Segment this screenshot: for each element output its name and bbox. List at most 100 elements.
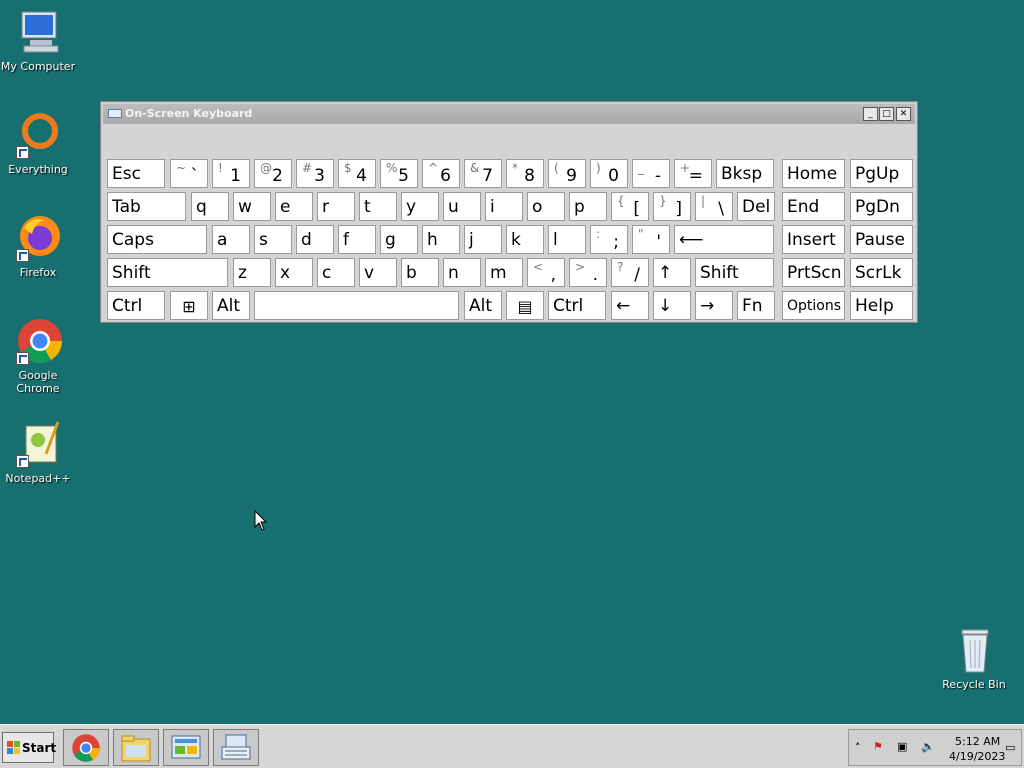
key-a[interactable]: a — [212, 225, 250, 254]
key-l[interactable]: l — [548, 225, 586, 254]
start-button[interactable]: Start — [2, 732, 56, 763]
key-shift[interactable]: Shift — [695, 258, 774, 287]
key-bksp[interactable]: Bksp — [716, 159, 774, 188]
key-fn[interactable]: Fn — [737, 291, 775, 320]
key-pause[interactable]: Pause — [850, 225, 913, 254]
key-m[interactable]: m — [485, 258, 523, 287]
key-n[interactable]: n — [443, 258, 481, 287]
key-[[interactable]: {[ — [611, 192, 649, 221]
key-scrlk[interactable]: ScrLk — [850, 258, 913, 287]
key-e[interactable]: e — [275, 192, 313, 221]
key--[interactable]: _ - — [632, 159, 670, 188]
key-prtscn[interactable]: PrtScn — [782, 258, 845, 287]
clock-date[interactable]: 4/19/2023 — [949, 750, 1005, 763]
key-;[interactable]: :; — [590, 225, 628, 254]
key-ctrl[interactable]: Ctrl — [548, 291, 606, 320]
key-z[interactable]: z — [233, 258, 271, 287]
key-q[interactable]: q — [191, 192, 229, 221]
key-`[interactable]: ~ ` — [170, 159, 208, 188]
key-6[interactable]: ^ 6 — [422, 159, 460, 188]
key-v[interactable]: v — [359, 258, 397, 287]
key-home[interactable]: Home — [782, 159, 845, 188]
key-0[interactable]: ) 0 — [590, 159, 628, 188]
key-shift[interactable]: Shift — [107, 258, 228, 287]
desktop-icon-everything[interactable]: Everything — [0, 111, 78, 176]
key-options[interactable]: Options — [782, 291, 845, 320]
key-→[interactable]: → — [695, 291, 733, 320]
key-alt[interactable]: Alt — [464, 291, 502, 320]
key-k[interactable]: k — [506, 225, 544, 254]
key-j[interactable]: j — [464, 225, 502, 254]
close-button[interactable]: ✕ — [896, 107, 911, 121]
key-caps[interactable]: Caps — [107, 225, 207, 254]
key-'[interactable]: " ' — [632, 225, 670, 254]
key-help[interactable]: Help — [850, 291, 913, 320]
key-9[interactable]: (9 — [548, 159, 586, 188]
key-7[interactable]: & 7 — [464, 159, 502, 188]
key-del[interactable]: Del — [737, 192, 775, 221]
key-8[interactable]: * 8 — [506, 159, 544, 188]
key-alt[interactable]: Alt — [212, 291, 250, 320]
key-2[interactable]: @2 — [254, 159, 292, 188]
key-x[interactable]: x — [275, 258, 313, 287]
key-p[interactable]: p — [569, 192, 607, 221]
desktop-icon-google-chrome[interactable]: Google Chrome — [0, 317, 78, 395]
key-h[interactable]: h — [422, 225, 460, 254]
key-g[interactable]: g — [380, 225, 418, 254]
on-screen-keyboard-window[interactable]: On-Screen Keyboard _ □ ✕ Esc ~ `! 1 @2 #3 $4% 5… — [100, 101, 918, 323]
key-][interactable]: }] — [653, 192, 691, 221]
network-icon[interactable]: ▣ — [897, 740, 907, 753]
taskbar-file-explorer-button[interactable] — [113, 729, 159, 766]
key-=[interactable]: + = — [674, 159, 712, 188]
key-esc[interactable]: Esc — [107, 159, 165, 188]
key-y[interactable]: y — [401, 192, 439, 221]
window-title-bar[interactable]: On-Screen Keyboard _ □ ✕ — [103, 104, 915, 124]
key-windows[interactable]: ⊞ — [170, 291, 208, 320]
maximize-button[interactable]: □ — [879, 107, 894, 121]
key-c[interactable]: c — [317, 258, 355, 287]
action-center-flag-icon[interactable]: ⚑ — [873, 740, 883, 753]
key-menu[interactable]: ▤ — [506, 291, 544, 320]
key-.[interactable]: >. — [569, 258, 607, 287]
taskbar-chrome-button[interactable] — [63, 729, 109, 766]
volume-muted-icon[interactable]: 🔈 — [921, 740, 935, 753]
desktop-icon-recycle-bin[interactable]: Recycle Bin — [934, 626, 1014, 691]
key-u[interactable]: u — [443, 192, 481, 221]
clock-time[interactable]: 5:12 AM — [955, 735, 1000, 748]
key-/[interactable]: ? / — [611, 258, 649, 287]
key-\[interactable]: | \ — [695, 192, 733, 221]
taskbar-control-panel-button[interactable] — [163, 729, 209, 766]
key-t[interactable]: t — [359, 192, 397, 221]
show-hidden-icons-button[interactable]: ˄ — [855, 741, 861, 754]
key-,[interactable]: <, — [527, 258, 565, 287]
taskbar-on-screen-keyboard-button[interactable] — [213, 729, 259, 766]
key-d[interactable]: d — [296, 225, 334, 254]
key-pgup[interactable]: PgUp — [850, 159, 913, 188]
key-w[interactable]: w — [233, 192, 271, 221]
key-pgdn[interactable]: PgDn — [850, 192, 913, 221]
key-3[interactable]: #3 — [296, 159, 334, 188]
key-space[interactable] — [254, 291, 459, 320]
key-r[interactable]: r — [317, 192, 355, 221]
key-end[interactable]: End — [782, 192, 845, 221]
desktop-icon-notepad-plus-plus[interactable]: Notepad++ — [0, 420, 78, 485]
key-ctrl[interactable]: Ctrl — [107, 291, 165, 320]
key-↑[interactable]: ↑ — [653, 258, 691, 287]
key-←[interactable]: ← — [611, 291, 649, 320]
desktop-icon-firefox[interactable]: Firefox — [0, 214, 78, 279]
key-b[interactable]: b — [401, 258, 439, 287]
minimize-button[interactable]: _ — [863, 107, 878, 121]
key-1[interactable]: ! 1 — [212, 159, 250, 188]
show-desktop-icon[interactable]: ▭ — [1005, 741, 1015, 754]
key-↓[interactable]: ↓ — [653, 291, 691, 320]
key-⟵[interactable]: ⟵ — [674, 225, 774, 254]
key-f[interactable]: f — [338, 225, 376, 254]
key-4[interactable]: $4 — [338, 159, 376, 188]
key-5[interactable]: % 5 — [380, 159, 418, 188]
key-s[interactable]: s — [254, 225, 292, 254]
desktop-icon-my-computer[interactable]: My Computer — [0, 8, 78, 73]
key-tab[interactable]: Tab — [107, 192, 186, 221]
key-o[interactable]: o — [527, 192, 565, 221]
key-insert[interactable]: Insert — [782, 225, 845, 254]
key-i[interactable]: i — [485, 192, 523, 221]
